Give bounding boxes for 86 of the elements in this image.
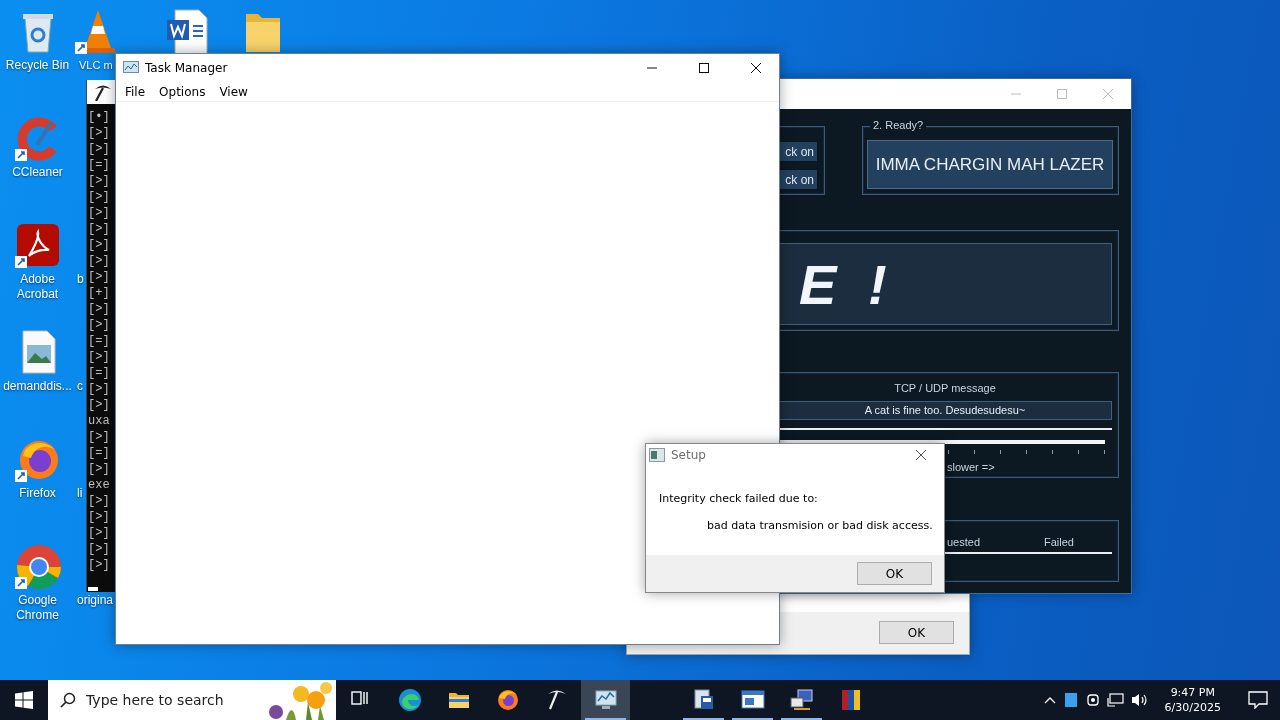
icon-label[interactable]: VLC m <box>79 58 113 73</box>
document-icon[interactable] <box>164 8 211 54</box>
pdf-app-icon[interactable] <box>14 222 61 268</box>
column-header: uested <box>947 536 981 548</box>
window-title: Task Manager <box>145 61 229 75</box>
console-line: [•] <box>88 109 111 125</box>
app-tray-icon[interactable] <box>1062 692 1079 708</box>
icon-label[interactable]: Adobe Acrobat <box>16 272 59 302</box>
menu-item[interactable]: Options <box>152 84 213 99</box>
console-line: [>] <box>88 429 111 445</box>
browser-icon[interactable] <box>14 543 61 589</box>
message-field[interactable]: A cat is fine too. Desudesudesu~ <box>779 401 1112 420</box>
network-icon[interactable] <box>1106 692 1125 708</box>
icon-label[interactable]: c <box>77 379 83 394</box>
console-line: [>] <box>88 125 111 141</box>
console-line: [>] <box>88 253 111 269</box>
console-line: [>] <box>88 541 111 557</box>
console-line: [>] <box>88 461 111 477</box>
fire-button[interactable]: IMMA CHARGIN MAH LAZER <box>867 140 1113 189</box>
status-banner: E ! <box>779 243 1112 325</box>
window-title: Setup <box>671 448 707 462</box>
monitor-icon <box>593 688 618 712</box>
taskbar-button[interactable] <box>581 680 630 720</box>
network-computer-icon <box>789 688 814 712</box>
clock-time[interactable]: 9:47 PM <box>1170 685 1215 700</box>
dialog-message: bad data transmision or bad disk access. <box>707 519 934 532</box>
console-line: [>] <box>88 221 111 237</box>
close-icon[interactable] <box>915 449 927 461</box>
monitor-icon <box>123 61 139 75</box>
icon-label[interactable]: Recycle Bin <box>5 58 70 73</box>
maximize-icon[interactable] <box>698 62 710 74</box>
console-line: [>] <box>88 397 111 413</box>
console-line: [>] <box>88 237 111 253</box>
slider-label: slower => <box>947 461 995 473</box>
console-line: [=] <box>88 365 111 381</box>
console-line: [>] <box>88 525 111 541</box>
icon-label[interactable]: CCleaner <box>12 165 63 180</box>
lock-on-button[interactable]: ck on <box>779 141 818 162</box>
console-line: exe <box>88 477 111 493</box>
field-label: TCP / UDP message <box>893 382 997 394</box>
installer-icon <box>691 688 716 712</box>
console-line: [=] <box>88 445 111 461</box>
menu-item[interactable]: File <box>118 84 153 99</box>
icon-label[interactable]: Firefox <box>19 486 56 501</box>
search-placeholder: Type here to search <box>86 692 224 708</box>
browser-icon <box>397 688 422 712</box>
speaker-icon[interactable] <box>1130 692 1149 708</box>
icon-label[interactable]: b <box>77 272 84 287</box>
console-line: [>] <box>88 141 111 157</box>
console-line: [>] <box>88 381 111 397</box>
search-icon <box>60 692 76 708</box>
menu-item[interactable]: View <box>212 84 255 99</box>
console-line: [>] <box>88 349 111 365</box>
setup-app-icon <box>649 448 665 462</box>
console-line: uxa <box>88 413 111 429</box>
console-line: [>] <box>88 205 111 221</box>
console-line: [>] <box>88 189 111 205</box>
notification-icon[interactable] <box>1247 691 1268 709</box>
text-cursor <box>88 587 98 591</box>
console-line: [>] <box>88 317 111 333</box>
fox-globe-icon <box>495 688 520 712</box>
icon-label[interactable]: Google Chrome <box>16 593 59 623</box>
console-line: [>] <box>88 173 111 189</box>
camera-icon[interactable] <box>1084 692 1101 708</box>
console-line: [+] <box>88 285 111 301</box>
lock-on-button[interactable]: ck on <box>779 169 818 190</box>
window-icon <box>740 688 765 712</box>
icon-label[interactable]: li <box>77 486 83 501</box>
console-line: [>] <box>88 509 111 525</box>
ok-button[interactable]: OK <box>879 621 954 644</box>
group-label: 2. Ready? <box>870 119 927 131</box>
clock-date[interactable]: 6/30/2025 <box>1164 700 1221 715</box>
console-line: [=] <box>88 333 111 349</box>
console-line: [>] <box>88 493 111 509</box>
console-line: [>] <box>88 301 111 317</box>
console-line: [>] <box>88 557 111 573</box>
ok-button[interactable]: OK <box>857 562 932 585</box>
console-line: [=] <box>88 157 111 173</box>
column-header: Failed <box>1044 536 1074 548</box>
icon-label[interactable]: origina <box>77 593 114 608</box>
dialog-message: Integrity check failed due to: <box>659 492 819 505</box>
icon-label[interactable]: demanddis... <box>3 379 72 394</box>
close-icon[interactable] <box>750 62 762 74</box>
console-line: [>] <box>88 269 111 285</box>
windows-logo-icon[interactable] <box>15 691 33 709</box>
pickaxe-icon <box>92 83 112 101</box>
